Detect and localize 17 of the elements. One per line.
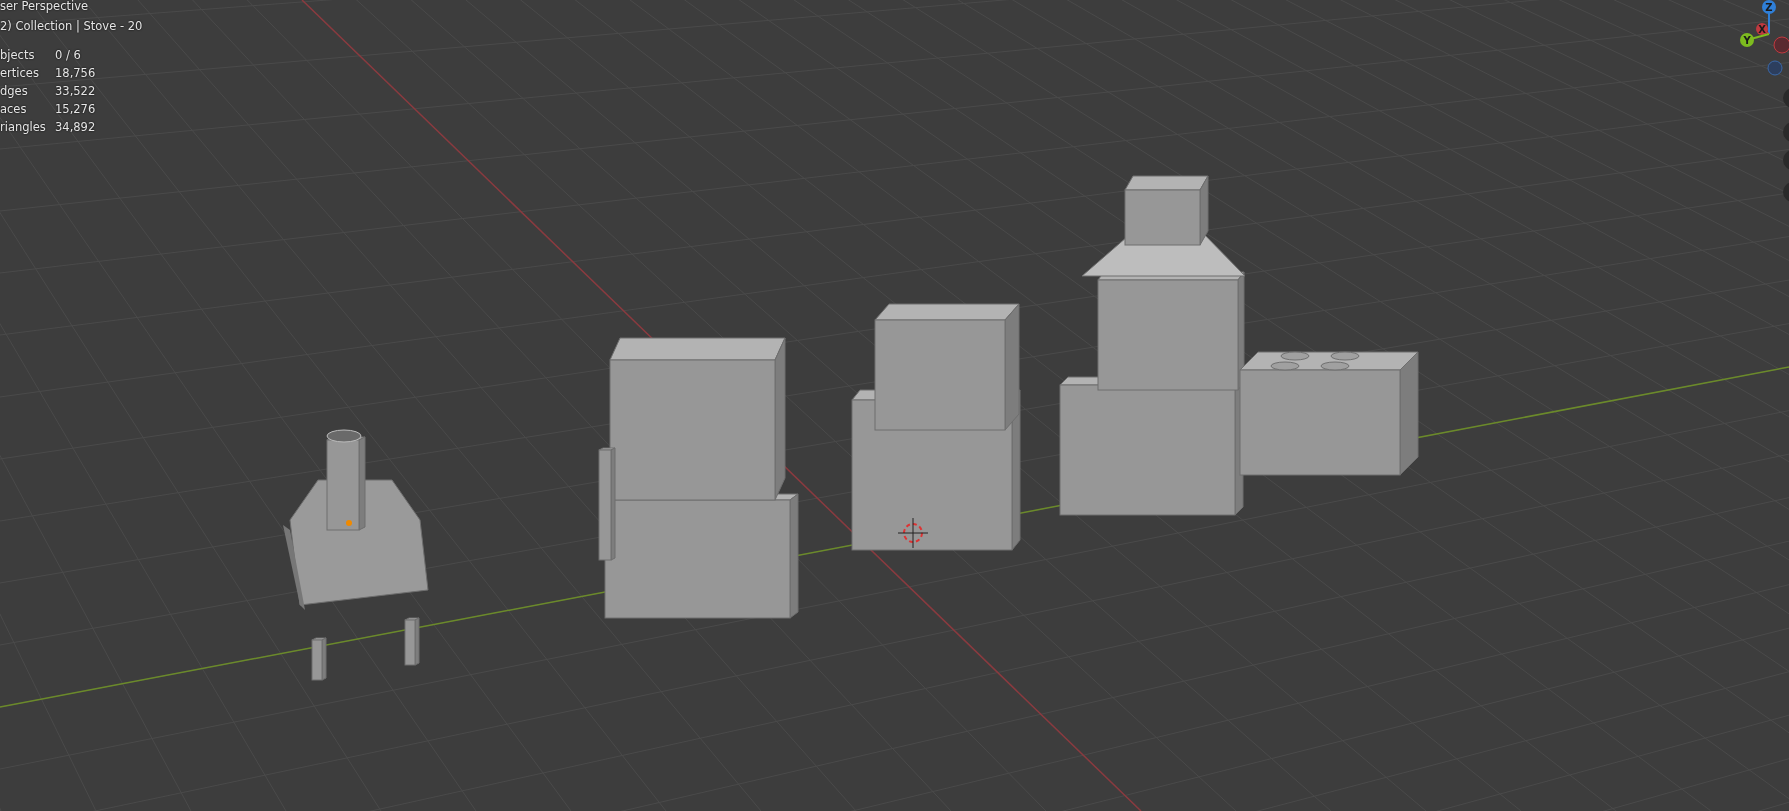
stat-label: ertices <box>0 65 39 82</box>
stat-value: 33,522 <box>55 83 96 100</box>
stat-value: 0 / 6 <box>55 47 81 64</box>
stat-value: 34,892 <box>55 119 96 136</box>
stat-label: bjects <box>0 47 35 64</box>
axis-handle[interactable] <box>1773 36 1789 54</box>
axis-handle[interactable]: Y <box>1740 33 1770 47</box>
axis-handle[interactable] <box>1767 60 1783 76</box>
stat-label: dges <box>0 83 28 100</box>
cursor-icon <box>897 517 929 549</box>
stat-value: 15,276 <box>55 101 96 118</box>
stat-label: aces <box>0 101 27 118</box>
stat-value: 18,756 <box>55 65 96 82</box>
axis-handle[interactable]: X <box>1756 23 1770 35</box>
stat-label: riangles <box>0 119 46 136</box>
collection-label: 2) Collection | Stove - 20 <box>0 18 143 35</box>
view-name: ser Perspective <box>0 0 89 15</box>
